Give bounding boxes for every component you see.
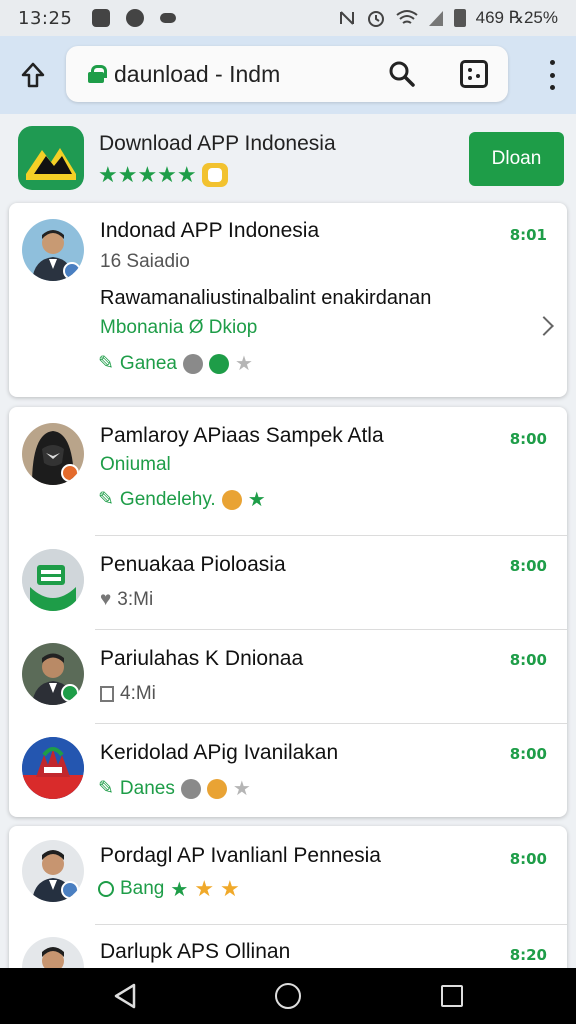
- home-arrow-icon: [21, 62, 45, 88]
- item-subtitle: Oniumal: [100, 454, 171, 475]
- item-title: Keridolad APig Ivanilakan: [100, 741, 339, 764]
- star-icon: ★: [220, 876, 240, 901]
- recents-icon[interactable]: [441, 985, 463, 1007]
- featured-time: 8:01: [509, 226, 547, 244]
- url-text[interactable]: daunload - Indm: [114, 61, 280, 88]
- item-time: 8:00: [509, 745, 547, 763]
- notification-pill-icon: [160, 13, 177, 23]
- item-title: Pariulahas K Dnionaa: [100, 647, 304, 670]
- list-card: Pamlaroy APiaas Sampek Atla Oniumal ✎ Ge…: [9, 407, 567, 817]
- avatar: [22, 549, 84, 611]
- list-item[interactable]: Pordagl AP Ivanlianl Pennesia Bang ★ ★ ★…: [9, 826, 567, 924]
- item-title: Pordagl AP Ivanlianl Pennesia: [100, 844, 381, 867]
- featured-tags: ✎ Ganea ★: [98, 351, 253, 376]
- item-tags: Bang ★ ★ ★: [98, 876, 240, 902]
- item-tag: Gendelehy.: [119, 488, 216, 510]
- leaf-icon: ✎: [98, 778, 114, 799]
- status-bar: 13:25 469 ℞25%: [0, 0, 576, 36]
- item-title: Darlupk APS Ollinan: [100, 940, 291, 963]
- list-item[interactable]: Penuakaa Pioloasia ♥ 3:Mi 8:00: [9, 536, 567, 629]
- app-logo-icon: [18, 126, 84, 190]
- check-badge-icon: [180, 778, 201, 799]
- item-tag: Bang: [120, 878, 165, 899]
- home-button[interactable]: [8, 50, 58, 100]
- star-icon: ★: [247, 489, 266, 511]
- badge-icon: [201, 163, 228, 187]
- avatar: [22, 643, 84, 705]
- status-right-text: 469 ℞25%: [475, 8, 558, 27]
- document-icon: [100, 686, 114, 702]
- wifi-icon: [396, 10, 418, 24]
- list-item[interactable]: Keridolad APig Ivanilakan ✎ Danes ★ 8:00: [9, 724, 567, 817]
- leaf-icon: ✎: [98, 489, 114, 510]
- app-title: Download APP Indonesia: [99, 132, 336, 155]
- item-tag: Danes: [119, 777, 175, 799]
- star-icon: ★: [170, 878, 189, 901]
- featured-line1: Rawamanaliustinalbalint enakirdanan: [100, 287, 432, 309]
- featured-card[interactable]: Indonad APP Indonesia 16 Saiadio Rawaman…: [9, 203, 567, 397]
- avatar: [22, 737, 84, 799]
- status-notification-icons: [92, 9, 177, 27]
- featured-subtitle: 16 Saiadio: [100, 251, 190, 272]
- signal-icon: [428, 11, 443, 26]
- item-title: Penuakaa Pioloasia: [100, 553, 286, 576]
- search-icon[interactable]: [388, 60, 416, 88]
- star-icon: ★: [194, 876, 215, 901]
- star-icon: ★: [234, 353, 253, 375]
- overflow-menu-button[interactable]: [548, 60, 556, 90]
- list-card: Pordagl AP Ivanlianl Pennesia Bang ★ ★ ★…: [9, 826, 567, 986]
- avatar: [22, 840, 84, 902]
- rating-stars: ★★★★★: [98, 162, 197, 187]
- app-rating: ★★★★★: [98, 162, 228, 188]
- browser-toolbar: daunload - Indm: [0, 36, 576, 114]
- item-tags: ✎ Gendelehy. ★: [98, 487, 266, 512]
- qr-scan-icon[interactable]: [460, 60, 488, 88]
- nfc-icon: [339, 11, 354, 25]
- battery-icon: [453, 9, 466, 27]
- back-icon[interactable]: [112, 982, 138, 1010]
- item-title: Pamlaroy APiaas Sampek Atla: [100, 424, 384, 447]
- list-item[interactable]: Pamlaroy APiaas Sampek Atla Oniumal ✎ Ge…: [9, 407, 567, 535]
- green-badge-icon: [208, 353, 229, 374]
- avatar: [22, 423, 84, 485]
- item-subtitle: 3:Mi: [117, 589, 154, 610]
- chevron-badge-icon: ♥: [100, 589, 112, 610]
- lock-icon: [88, 65, 107, 83]
- item-time: 8:00: [509, 557, 547, 575]
- orange-badge-icon: [206, 778, 227, 799]
- star-icon: ★: [232, 778, 251, 800]
- notification-icon: [92, 9, 111, 27]
- leaf-icon: ✎: [98, 353, 114, 374]
- address-bar[interactable]: daunload - Indm: [66, 46, 508, 102]
- featured-tag: Ganea: [119, 352, 177, 374]
- alarm-icon: [367, 11, 384, 27]
- check-badge-icon: [182, 353, 203, 374]
- avatar: [22, 219, 84, 281]
- chevron-right-icon[interactable]: [534, 316, 554, 336]
- item-subtitle-row: ♥ 3:Mi: [100, 589, 153, 611]
- home-circle-icon[interactable]: [275, 983, 301, 1009]
- item-time: 8:00: [509, 850, 547, 868]
- item-tags: ✎ Danes ★: [98, 776, 251, 801]
- app-header: Download APP Indonesia ★★★★★ Dloan: [0, 114, 576, 200]
- item-time: 8:00: [509, 651, 547, 669]
- item-subtitle-row: 4:Mi: [100, 683, 156, 705]
- circle-outline-icon: [98, 881, 114, 897]
- item-time: 8:00: [509, 430, 547, 448]
- orange-badge-icon: [221, 489, 242, 510]
- item-subtitle: 4:Mi: [120, 683, 156, 704]
- download-button[interactable]: Dloan: [469, 132, 564, 186]
- featured-line2: Mbonania Ø Dkiop: [100, 317, 258, 338]
- status-right: 469 ℞25%: [338, 8, 558, 28]
- list-item[interactable]: Pariulahas K Dnionaa 4:Mi 8:00: [9, 630, 567, 723]
- system-nav-bar: [0, 968, 576, 1024]
- item-time: 8:20: [509, 946, 547, 964]
- featured-title: Indonad APP Indonesia: [100, 219, 320, 242]
- status-time: 13:25: [18, 7, 73, 29]
- notification-circle-icon: [126, 9, 145, 27]
